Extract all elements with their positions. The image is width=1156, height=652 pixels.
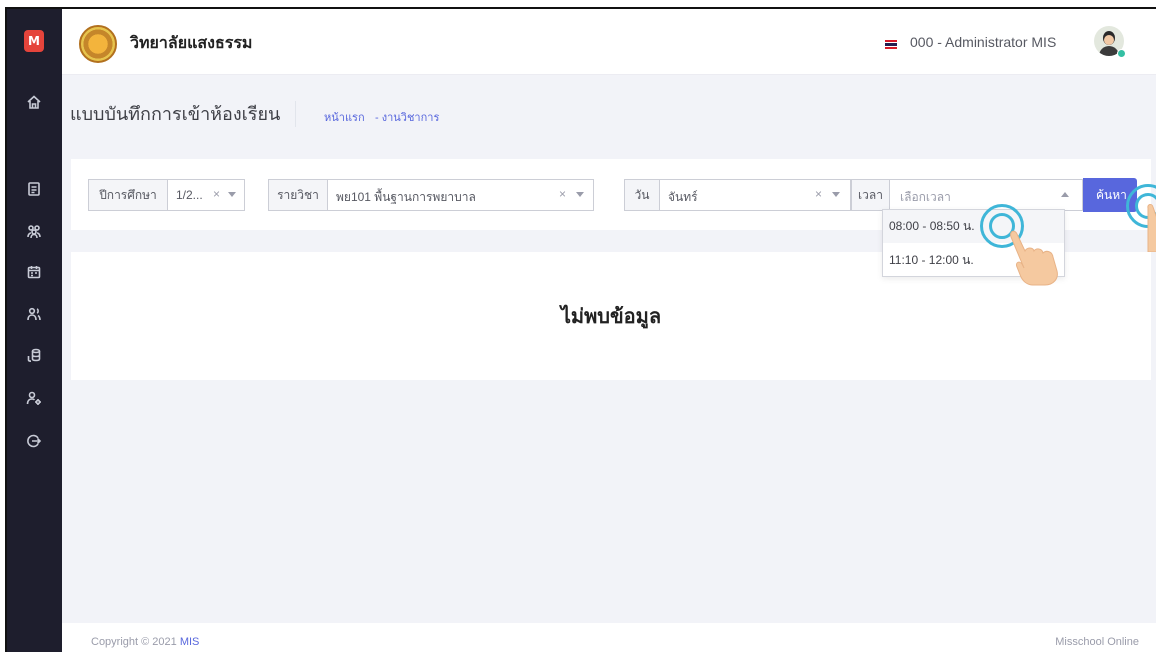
year-clear-icon[interactable]: × — [213, 187, 220, 201]
subject-clear-icon[interactable]: × — [559, 187, 566, 201]
avatar-face — [1104, 35, 1114, 45]
logout-icon[interactable] — [22, 430, 46, 452]
copyright-text: Copyright © 2021 — [91, 636, 177, 648]
empty-message: ไม่พบข้อมูล — [560, 306, 662, 328]
hand-pointer-icon — [1147, 204, 1156, 252]
page-title: แบบบันทึกการเข้าห้องเรียน — [70, 104, 281, 124]
copyright-link[interactable]: MIS — [180, 636, 200, 648]
users-icon[interactable] — [22, 220, 46, 242]
footer-brand: Misschool Online — [1055, 636, 1139, 648]
time-caret-icon — [1061, 192, 1069, 197]
user-settings-icon[interactable] — [22, 387, 46, 409]
time-select[interactable]: เลือกเวลา — [890, 179, 1083, 211]
sidebar: M — [7, 9, 62, 652]
app-logo[interactable]: M — [24, 30, 44, 52]
calendar-icon[interactable] — [22, 261, 46, 283]
document-icon[interactable] — [22, 178, 46, 200]
day-clear-icon[interactable]: × — [815, 187, 822, 201]
home-icon[interactable] — [22, 91, 46, 113]
avatar-body — [1099, 46, 1119, 56]
year-select[interactable]: 1/2... × — [168, 179, 245, 211]
user-name[interactable]: 000 - Administrator MIS — [910, 34, 1056, 50]
subheader: แบบบันทึกการเข้าห้องเรียน หน้าแรก - งานว… — [62, 75, 1156, 145]
year-value: 1/2... — [176, 188, 203, 202]
day-select[interactable]: จันทร์ × — [660, 179, 851, 211]
subject-caret-icon — [576, 192, 584, 197]
footer: Copyright © 2021 MIS Misschool Online — [62, 623, 1156, 652]
copyright: Copyright © 2021 MIS — [91, 636, 199, 648]
thai-flag-icon[interactable] — [885, 40, 897, 49]
brand-name[interactable]: วิทยาลัยแสงธรรม — [130, 31, 252, 56]
day-label: วัน — [624, 179, 660, 211]
online-status-indicator — [1117, 49, 1126, 58]
time-placeholder: เลือกเวลา — [900, 190, 951, 204]
breadcrumb-academic[interactable]: - งานวิชาการ — [375, 108, 439, 126]
subject-value: พย101 พื้นฐานการพยาบาล — [336, 190, 476, 204]
time-label: เวลา — [851, 179, 890, 211]
year-caret-icon — [228, 192, 236, 197]
title-divider — [295, 101, 296, 127]
day-caret-icon — [832, 192, 840, 197]
year-label: ปีการศึกษา — [88, 179, 168, 211]
top-bar: วิทยาลัยแสงธรรม 000 - Administrator MIS — [62, 9, 1156, 75]
college-logo[interactable] — [79, 25, 117, 63]
user-group-icon[interactable] — [22, 303, 46, 325]
subject-select[interactable]: พย101 พื้นฐานการพยาบาล × — [328, 179, 594, 211]
day-value: จันทร์ — [668, 190, 698, 204]
subject-label: รายวิชา — [268, 179, 328, 211]
app-frame: M วิทยาลัยแสงธรรม 000 - Administrator MI… — [5, 7, 1156, 652]
coins-icon[interactable] — [22, 344, 46, 366]
breadcrumb-home[interactable]: หน้าแรก — [324, 108, 365, 126]
hand-pointer-icon — [1010, 230, 1058, 286]
